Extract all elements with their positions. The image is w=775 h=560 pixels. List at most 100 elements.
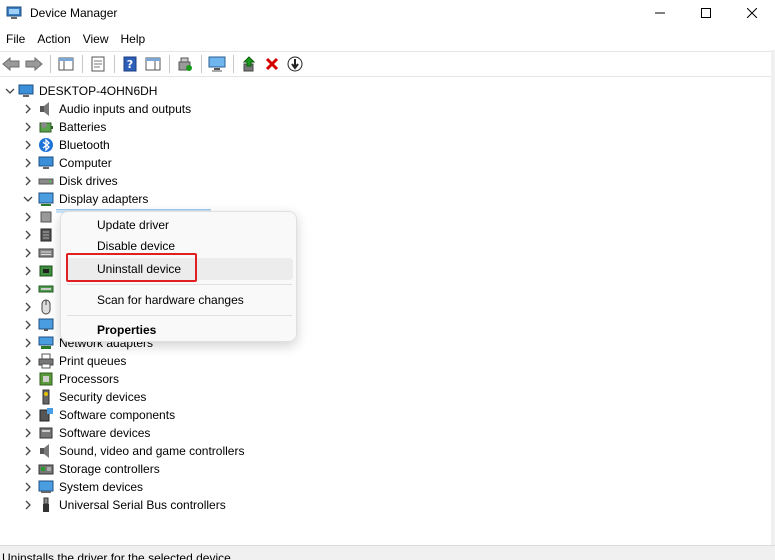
- tree-category[interactable]: Software components: [22, 406, 175, 424]
- bluetooth-icon: [38, 137, 54, 153]
- scan-hardware-toolbar-button[interactable]: [174, 53, 196, 75]
- tree-category[interactable]: Computer: [22, 154, 112, 172]
- menu-item-properties[interactable]: Properties: [66, 319, 293, 341]
- menu-view[interactable]: View: [77, 28, 115, 50]
- menu-item-update-driver[interactable]: Update driver: [66, 214, 293, 236]
- uninstall-highlight-box: [66, 253, 197, 282]
- chevron-right-icon[interactable]: [22, 247, 34, 259]
- chevron-right-icon[interactable]: [22, 445, 34, 457]
- red-x-icon: [265, 57, 279, 71]
- security-device-icon: [38, 389, 54, 405]
- back-button[interactable]: [0, 53, 22, 75]
- device-manager-icon: [6, 6, 22, 19]
- chevron-right-icon[interactable]: [22, 139, 34, 151]
- chevron-right-icon[interactable]: [22, 319, 34, 331]
- menu-separator: [67, 284, 292, 285]
- maximize-button[interactable]: [683, 0, 729, 26]
- chevron-right-icon[interactable]: [22, 499, 34, 511]
- status-text: Uninstalls the driver for the selected d…: [2, 551, 235, 560]
- tree-category-label: Audio inputs and outputs: [59, 102, 192, 116]
- chevron-right-icon[interactable]: [22, 409, 34, 421]
- system-device-icon: [38, 479, 54, 495]
- tree-category[interactable]: Storage controllers: [22, 460, 160, 478]
- properties-toolbar-button[interactable]: [87, 53, 109, 75]
- close-button[interactable]: [729, 0, 775, 26]
- tree-category[interactable]: Batteries: [22, 118, 106, 136]
- chevron-right-icon[interactable]: [22, 211, 34, 223]
- tree-category[interactable]: [22, 244, 59, 262]
- minimize-button[interactable]: [637, 0, 683, 26]
- forward-button[interactable]: [23, 53, 45, 75]
- tree-root-label: DESKTOP-4OHN6DH: [39, 84, 158, 98]
- tree-category[interactable]: Display adapters: [22, 190, 148, 208]
- chevron-right-icon[interactable]: [22, 283, 34, 295]
- chevron-right-icon[interactable]: [22, 121, 34, 133]
- tree-category[interactable]: [22, 208, 59, 226]
- ide-icon: [38, 281, 54, 297]
- chevron-right-icon[interactable]: [22, 355, 34, 367]
- chevron-down-icon[interactable]: [22, 193, 34, 205]
- update-driver-toolbar-button[interactable]: [238, 53, 260, 75]
- vertical-scrollbar[interactable]: [771, 50, 775, 545]
- tree-root[interactable]: DESKTOP-4OHN6DH: [4, 82, 157, 100]
- add-legacy-hardware-button[interactable]: [206, 53, 228, 75]
- tree-category[interactable]: [22, 226, 59, 244]
- tree-category-label: Software devices: [59, 426, 151, 440]
- software-device-icon: [38, 425, 54, 441]
- tree-category-label: Bluetooth: [59, 138, 110, 152]
- tree-category[interactable]: System devices: [22, 478, 143, 496]
- tree-category[interactable]: Processors: [22, 370, 119, 388]
- tree-category[interactable]: [22, 280, 59, 298]
- chevron-right-icon[interactable]: [22, 373, 34, 385]
- toolbar-separator: [50, 55, 51, 73]
- help-toolbar-button[interactable]: ?: [119, 53, 141, 75]
- tree-category[interactable]: Disk drives: [22, 172, 118, 190]
- disk-drive-icon: [38, 173, 54, 189]
- uninstall-device-toolbar-button[interactable]: [261, 53, 283, 75]
- keyboard-icon: [38, 245, 54, 261]
- tree-category-label: Display adapters: [59, 192, 149, 206]
- update-driver-icon: [242, 56, 256, 72]
- chevron-right-icon[interactable]: [22, 391, 34, 403]
- tree-category[interactable]: Universal Serial Bus controllers: [22, 496, 226, 514]
- tree-category-label: Storage controllers: [59, 462, 160, 476]
- processor-icon: [38, 371, 54, 387]
- menu-file[interactable]: File: [0, 28, 31, 50]
- show-hide-console-tree-button[interactable]: [55, 53, 77, 75]
- menu-item-scan-hardware[interactable]: Scan for hardware changes: [66, 289, 293, 311]
- tree-category[interactable]: Sound, video and game controllers: [22, 442, 244, 460]
- status-bar: Uninstalls the driver for the selected d…: [0, 545, 775, 560]
- tree-category[interactable]: Print queues: [22, 352, 126, 370]
- mouse-icon: [38, 299, 54, 315]
- chevron-down-icon[interactable]: [4, 85, 16, 97]
- chevron-right-icon[interactable]: [22, 175, 34, 187]
- tree-category[interactable]: Software devices: [22, 424, 150, 442]
- svg-text:?: ?: [127, 58, 133, 71]
- chevron-right-icon[interactable]: [22, 301, 34, 313]
- menu-action[interactable]: Action: [31, 28, 76, 50]
- menu-help[interactable]: Help: [115, 28, 152, 50]
- tree-category[interactable]: Audio inputs and outputs: [22, 100, 191, 118]
- tree-category[interactable]: [22, 298, 59, 316]
- chevron-right-icon[interactable]: [22, 481, 34, 493]
- toolbar-separator: [169, 55, 170, 73]
- chevron-right-icon[interactable]: [22, 265, 34, 277]
- tree-category-label: Batteries: [59, 120, 107, 134]
- chevron-right-icon[interactable]: [22, 157, 34, 169]
- chevron-right-icon[interactable]: [22, 337, 34, 349]
- chevron-right-icon[interactable]: [22, 427, 34, 439]
- chevron-right-icon[interactable]: [22, 103, 34, 115]
- tree-category[interactable]: [22, 262, 59, 280]
- title-bar: Device Manager: [0, 0, 775, 26]
- tree-category-label: Universal Serial Bus controllers: [59, 498, 226, 512]
- action-pane-button[interactable]: [142, 53, 164, 75]
- menu-bar: File Action View Help: [0, 28, 775, 50]
- enable-device-toolbar-button[interactable]: [284, 53, 306, 75]
- tree-category[interactable]: Security devices: [22, 388, 146, 406]
- tree-category-label: Sound, video and game controllers: [59, 444, 245, 458]
- tree-category[interactable]: Bluetooth: [22, 136, 110, 154]
- chevron-right-icon[interactable]: [22, 463, 34, 475]
- firmware-icon: [38, 209, 54, 225]
- chevron-right-icon[interactable]: [22, 229, 34, 241]
- down-arrow-circle-icon: [287, 56, 303, 72]
